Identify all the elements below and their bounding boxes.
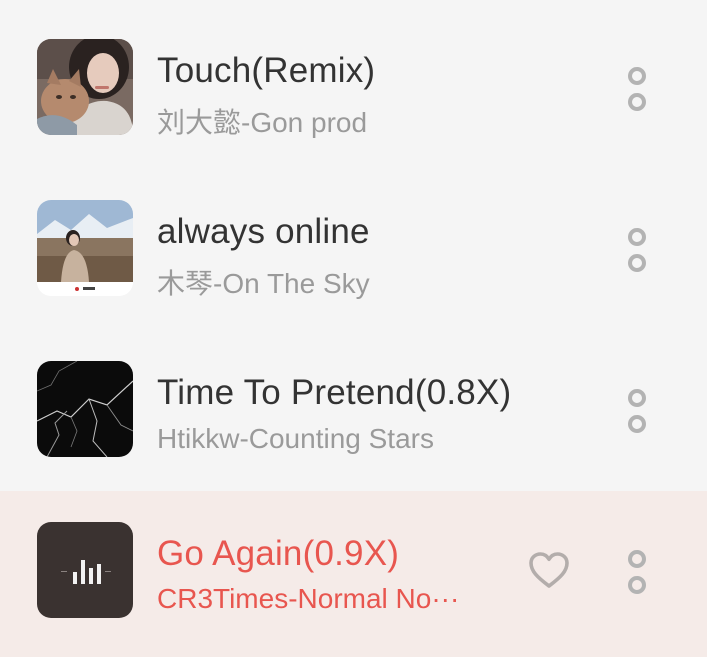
more-options-icon[interactable] [624, 550, 650, 594]
song-title: Touch(Remix) [157, 51, 376, 90]
portrait-with-cat-cover-icon [37, 39, 133, 135]
album-cover[interactable] [37, 200, 133, 296]
song-row[interactable]: always online 木琴-On The Sky [0, 167, 707, 328]
more-options-icon[interactable] [624, 67, 650, 111]
song-artist: 木琴-On The Sky [157, 268, 370, 299]
more-options-icon[interactable] [624, 389, 650, 433]
song-row[interactable]: Touch(Remix) 刘大懿-Gon prod [0, 6, 707, 167]
song-list: Touch(Remix) 刘大懿-Gon prod always online … [0, 0, 707, 657]
song-artist: CR3Times-Normal No··· [157, 583, 460, 614]
album-cover[interactable] [37, 361, 133, 457]
song-title: Time To Pretend(0.8X) [157, 373, 512, 412]
song-title: Go Again(0.9X) [157, 534, 400, 573]
song-artist: 刘大懿-Gon prod [157, 107, 368, 138]
song-artist: Htikkw-Counting Stars [157, 423, 434, 454]
album-cover[interactable] [37, 522, 133, 618]
song-row[interactable]: Time To Pretend(0.8X) Htikkw-Counting St… [0, 328, 707, 489]
equalizer-bars-cover-icon [37, 522, 133, 618]
black-marble-cover-icon [37, 361, 133, 457]
song-row-playing[interactable]: Go Again(0.9X) CR3Times-Normal No··· [0, 491, 707, 657]
more-options-icon[interactable] [624, 228, 650, 272]
snowy-mountain-portrait-cover-icon [37, 200, 133, 296]
song-title: always online [157, 212, 370, 251]
heart-icon[interactable] [527, 550, 571, 590]
album-cover[interactable] [37, 39, 133, 135]
